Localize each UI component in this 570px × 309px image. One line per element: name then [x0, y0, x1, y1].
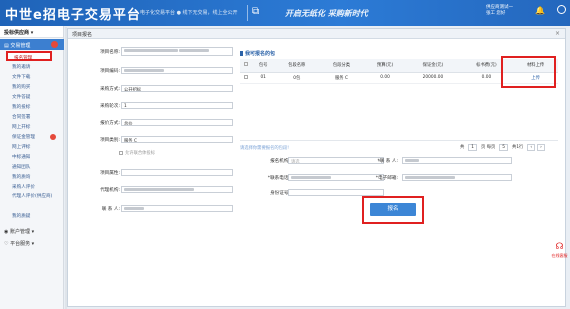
sidebar-item-complaint[interactable]: 我的质疑 [12, 213, 30, 219]
notification-badge [51, 41, 58, 48]
row-checkbox[interactable] [240, 72, 252, 84]
sidebar: 投标供应商 ▾ ▤ 交易管理 报名管理 我的邀请 文件下载 我的购买 文件答疑 … [0, 26, 64, 309]
sidebar-item-agent-review[interactable]: 代理人评价(供应商) [12, 194, 62, 200]
cell-no: 01 [252, 72, 275, 84]
pager-count: 共1行 [512, 145, 524, 150]
checkbox-icon [119, 150, 123, 155]
bell-icon[interactable]: 🔔 [535, 6, 545, 15]
menu-group-label: 交易管理 [10, 43, 31, 49]
project-name-field [121, 47, 233, 56]
title-bar-icon [240, 51, 243, 56]
sidebar-item-award[interactable]: 中标通知 [12, 154, 30, 160]
headset-icon: ☊ [555, 242, 564, 252]
contact-label: *联 系 人: [377, 159, 398, 164]
agency-contact-field [121, 205, 233, 212]
cell-category: 服务 C [319, 72, 364, 84]
project-name-label: 项目名称: [100, 50, 120, 55]
email-field[interactable] [402, 174, 512, 181]
project-region-label: 项目属性: [100, 171, 120, 176]
power-icon[interactable] [557, 5, 566, 14]
sidebar-header[interactable]: 投标供应商 ▾ [0, 26, 63, 38]
header-slogan-2: 开启无纸化 采购新时代 [285, 9, 368, 18]
pager: 共1页 每页 5 共1行 ‹ › [457, 144, 546, 151]
checkbox-icon [244, 62, 248, 67]
phone-label: *联系电话: [267, 176, 290, 181]
sidebar-item-buyer-review[interactable]: 采购人评价 [12, 184, 35, 190]
agency-contact-label: 联 系 人: [101, 207, 120, 212]
user-greeting: 张工 您好 [486, 11, 506, 16]
contact-field[interactable] [402, 157, 512, 164]
sidebar-item-qa[interactable]: 文件答疑 [12, 94, 30, 100]
pager-page-input[interactable]: 1 [468, 144, 478, 151]
col-budget: 预算(元) [363, 59, 407, 73]
sidebar-item-team[interactable]: 通知团队 [12, 164, 30, 170]
pager-per-label: 页 每页 [481, 145, 496, 150]
agency-field [121, 186, 233, 193]
agency-label: 代理机构: [100, 188, 120, 193]
sidebar-item-contract[interactable]: 合同签署 [12, 114, 30, 120]
heart-icon: ♡ [4, 241, 9, 247]
pager-prev-button[interactable]: ‹ [527, 144, 536, 151]
table-body-empty [240, 89, 558, 141]
menu-group-trade[interactable]: ▤ 交易管理 [0, 39, 64, 50]
header-slogan: 电子化交易平台 ● 线下无交易，线上全公开 [140, 10, 238, 16]
cell-budget: 0.00 [363, 72, 407, 84]
project-region-field [121, 169, 233, 176]
project-category-field: 服务 C [121, 136, 233, 143]
purchase-method-label: 采购方式: [100, 87, 120, 92]
id-field[interactable] [288, 189, 384, 196]
sidebar-item-opening[interactable]: 网上开标 [12, 124, 30, 130]
package-hint: 请选择你需要报名的包段! [240, 146, 289, 151]
sidebar-account[interactable]: ◉ 账户管理 ▾ [4, 228, 34, 235]
package-panel-title: 我可报名的包 [240, 50, 275, 57]
project-code-field [121, 67, 233, 74]
bid-method-field: 总价 [121, 119, 233, 126]
sidebar-item-bids[interactable]: 我的投标 [12, 104, 30, 110]
pager-next-button[interactable]: › [537, 144, 545, 151]
email-label: *电子邮箱: [375, 176, 398, 181]
sidebar-item-download[interactable]: 文件下载 [12, 74, 30, 80]
round-field: 1 [121, 102, 233, 109]
purchase-method-field: 公开招标 [121, 85, 233, 92]
sidebar-item-deposit[interactable]: 保证金管理 [12, 134, 35, 140]
pager-size-select[interactable]: 5 [499, 144, 509, 151]
col-category: 包段分类 [319, 59, 364, 73]
deposit-alert-icon [50, 134, 56, 140]
cell-deposit: 20000.00 [406, 72, 460, 84]
sidebar-item-inquiry[interactable]: 我的质询 [12, 174, 30, 180]
sidebar-item-purchase[interactable]: 我的购买 [12, 84, 30, 90]
pager-total: 共 [460, 145, 465, 150]
sidebar-item-invites[interactable]: 我的邀请 [12, 64, 30, 70]
col-no: 包号 [252, 59, 275, 73]
round-label: 采购轮次: [100, 104, 120, 109]
signup-type-label: 报名机构: [270, 159, 290, 164]
union-bid-checkbox[interactable]: 允许联合体投标 [119, 150, 155, 156]
id-label: 身份证号: [270, 191, 290, 196]
sidebar-platform[interactable]: ♡ 平台服务 ▾ [4, 240, 34, 247]
col-deposit: 保证金(元) [406, 59, 460, 73]
top-bar: 中世e招电子交易平台 电子化交易平台 ● 线下无交易，线上全公开 ⧉ 开启无纸化… [0, 0, 570, 26]
col-name: 包段名称 [274, 59, 320, 73]
cell-name: 0包 [274, 72, 320, 84]
user-info[interactable]: 供应商测试一 张工 您好 [486, 5, 513, 17]
sidebar-item-signup[interactable]: 报名管理 [6, 51, 52, 61]
checkbox-icon [244, 74, 248, 79]
select-all-checkbox[interactable] [240, 59, 252, 73]
platform-logo[interactable]: 中世e招电子交易平台 [5, 4, 141, 23]
signup-highlight [362, 196, 424, 224]
cube-icon: ⧉ [252, 6, 260, 17]
online-service[interactable]: ☊ 在线客服 [549, 241, 570, 269]
close-icon[interactable]: × [555, 30, 560, 37]
online-service-label: 在线客服 [551, 253, 568, 258]
user-icon: ◉ [4, 229, 9, 235]
menu-group-icon: ▤ [4, 43, 9, 49]
project-category-label: 项目类别: [100, 138, 120, 143]
tab-title: 项目报名 [68, 29, 565, 39]
sidebar-item-evaluation[interactable]: 网上评标 [12, 144, 30, 150]
project-code-label: 项目编码: [100, 69, 120, 74]
bid-method-label: 报价方式: [100, 121, 120, 126]
header-divider [247, 5, 248, 21]
upload-highlight [501, 56, 556, 88]
